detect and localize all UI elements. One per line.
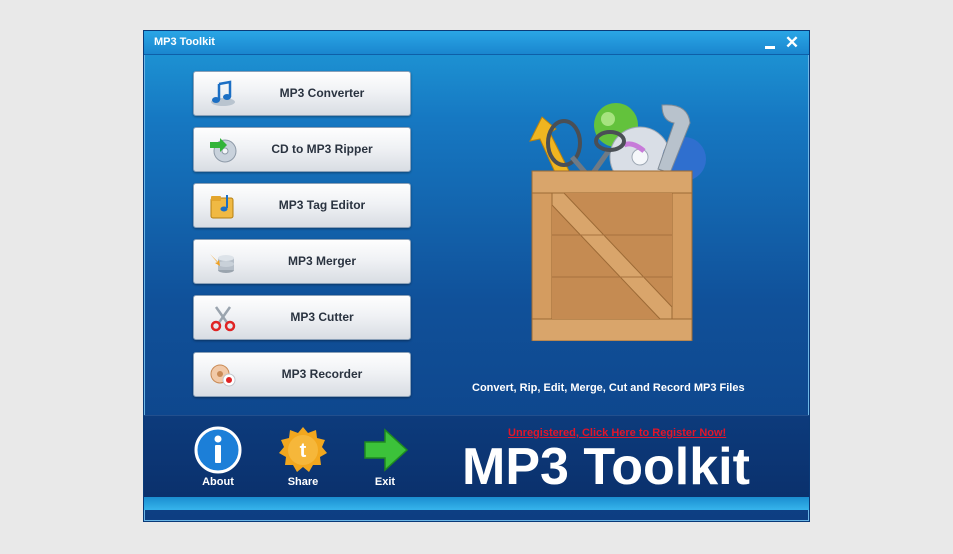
share-badge-icon: t — [279, 427, 327, 472]
toolbox-crate-icon — [529, 103, 706, 341]
exit-arrow-icon — [364, 428, 409, 472]
share-button[interactable]: t Share — [273, 426, 333, 488]
mp3-cutter-button[interactable]: MP3 Cutter — [193, 295, 411, 340]
about-label: About — [202, 476, 234, 488]
tagline-text: Convert, Rip, Edit, Merge, Cut and Recor… — [472, 382, 745, 394]
mp3-merger-button[interactable]: MP3 Merger — [193, 239, 411, 284]
mp3-converter-button[interactable]: MP3 Converter — [193, 71, 411, 116]
mp3-recorder-label: MP3 Recorder — [281, 367, 363, 381]
share-label: Share — [287, 476, 319, 488]
app-window: MP3 Toolkit ✕ MP3 Converter CD to MP3 Ri… — [143, 30, 810, 522]
product-name-banner: MP3 Toolkit — [462, 438, 750, 496]
mp3-cutter-label: MP3 Cutter — [290, 310, 354, 324]
mp3-merger-label: MP3 Merger — [287, 254, 357, 268]
close-button[interactable]: ✕ — [783, 34, 801, 52]
exit-button[interactable]: Exit — [355, 426, 415, 488]
info-icon — [194, 426, 242, 474]
window-title: MP3 Toolkit — [154, 36, 215, 48]
minimize-icon — [765, 46, 775, 49]
footer-bar: About t Share Exit Unregistered, Click H… — [144, 415, 809, 510]
close-icon: ✕ — [784, 33, 800, 52]
mp3-converter-label: MP3 Converter — [279, 86, 365, 100]
svg-text:t: t — [300, 440, 307, 462]
about-button[interactable]: About — [188, 426, 248, 488]
footer-glow — [144, 497, 809, 510]
minimize-button[interactable] — [761, 34, 779, 52]
tag-editor-label: MP3 Tag Editor — [278, 198, 366, 212]
title-bar[interactable]: MP3 Toolkit ✕ — [144, 31, 809, 55]
cd-ripper-button[interactable]: CD to MP3 Ripper — [193, 127, 411, 172]
tag-editor-button[interactable]: MP3 Tag Editor — [193, 183, 411, 228]
cd-ripper-label: CD to MP3 Ripper — [271, 142, 373, 156]
mp3-recorder-button[interactable]: MP3 Recorder — [193, 352, 411, 397]
main-panel: MP3 Converter CD to MP3 Ripper MP3 Tag E… — [144, 55, 809, 421]
exit-label: Exit — [374, 476, 396, 488]
